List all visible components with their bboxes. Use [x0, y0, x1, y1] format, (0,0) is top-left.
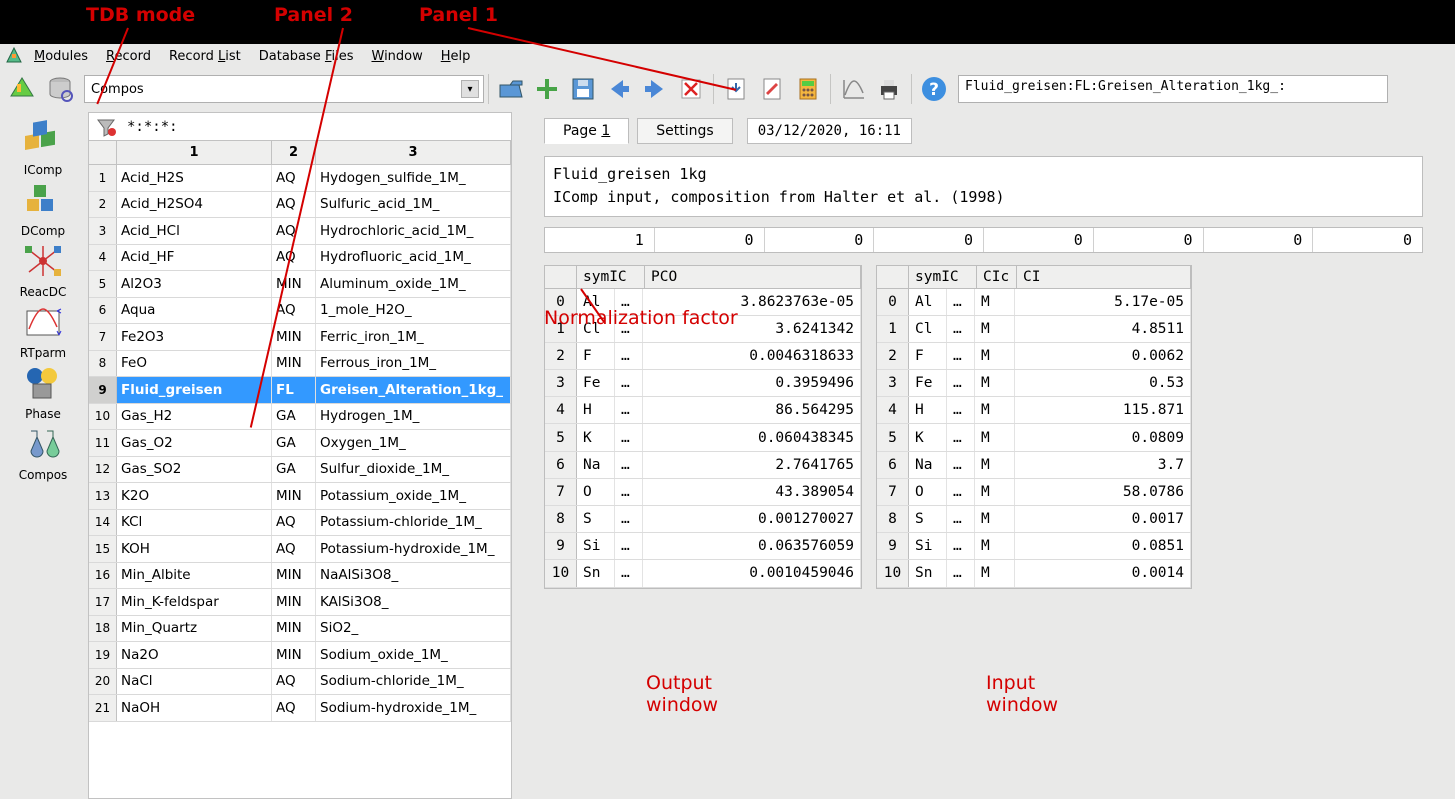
- anno-norm-factor: Normalization factor: [544, 307, 738, 329]
- menubar: Modules Record Record List Database File…: [0, 44, 1455, 68]
- table-row[interactable]: 8 S … 0.001270027: [545, 506, 861, 533]
- module-combo[interactable]: Compos ▾: [84, 75, 484, 103]
- menu-modules[interactable]: Modules: [30, 47, 92, 66]
- list-row[interactable]: 20 NaCl AQ Sodium-chloride_1M_: [89, 669, 511, 696]
- list-row[interactable]: 5 Al2O3 MIN Aluminum_oxide_1M_: [89, 271, 511, 298]
- svg-text:?: ?: [929, 80, 939, 100]
- list-row[interactable]: 14 KCl AQ Potassium-chloride_1M_: [89, 510, 511, 537]
- add-icon[interactable]: [529, 71, 565, 107]
- tdb-mode-icon[interactable]: [4, 71, 40, 107]
- chevron-down-icon[interactable]: ▾: [461, 80, 479, 98]
- table-row[interactable]: 7 O … 43.389054: [545, 479, 861, 506]
- anno-tdb: TDB mode: [86, 4, 195, 26]
- table-row[interactable]: 10 Sn … M 0.0014: [877, 560, 1191, 587]
- desc-line1: Fluid_greisen 1kg: [553, 163, 1414, 186]
- anno-panel1: Panel 1: [419, 4, 498, 26]
- table-row[interactable]: 9 Si … 0.063576059: [545, 533, 861, 560]
- sidebar-reacdc[interactable]: ReacDC: [8, 242, 78, 301]
- annotation-strip: TDB mode Panel 2 Panel 1: [0, 0, 1455, 44]
- table-row[interactable]: 6 Na … 2.7641765: [545, 452, 861, 479]
- app-logo-icon: [4, 46, 24, 64]
- print-icon[interactable]: [871, 71, 907, 107]
- desc-line2: IComp input, composition from Halter et …: [553, 186, 1414, 209]
- menu-dbfiles[interactable]: Database Files: [255, 47, 358, 66]
- tab-page1[interactable]: Page 1: [544, 118, 629, 144]
- list-row[interactable]: 15 KOH AQ Potassium-hydroxide_1M_: [89, 536, 511, 563]
- table-row[interactable]: 3 Fe … M 0.53: [877, 370, 1191, 397]
- table-row[interactable]: 9 Si … M 0.0851: [877, 533, 1191, 560]
- menu-recordlist[interactable]: Record List: [165, 47, 245, 66]
- table-row[interactable]: 0 Al … M 5.17e-05: [877, 289, 1191, 316]
- list-row[interactable]: 7 Fe2O3 MIN Ferric_iron_1M_: [89, 324, 511, 351]
- table-row[interactable]: 5 K … M 0.0809: [877, 424, 1191, 451]
- normalization-row[interactable]: 10000000: [544, 227, 1423, 253]
- list-row[interactable]: 17 Min_K-feldspar MIN KAlSi3O8_: [89, 589, 511, 616]
- table-row[interactable]: 7 O … M 58.0786: [877, 479, 1191, 506]
- menu-window[interactable]: Window: [367, 47, 426, 66]
- list-row[interactable]: 9 Fluid_greisen FL Greisen_Alteration_1k…: [89, 377, 511, 404]
- menu-help[interactable]: Help: [437, 47, 475, 66]
- sidebar-rtparm[interactable]: RTparm: [8, 303, 78, 362]
- col-3[interactable]: 3: [316, 141, 511, 164]
- list-row[interactable]: 10 Gas_H2 GA Hydrogen_1M_: [89, 404, 511, 431]
- out-col-symic: symIC: [577, 266, 645, 288]
- table-row[interactable]: 6 Na … M 3.7: [877, 452, 1191, 479]
- list-row[interactable]: 8 FeO MIN Ferrous_iron_1M_: [89, 351, 511, 378]
- col-2[interactable]: 2: [272, 141, 316, 164]
- table-row[interactable]: 5 K … 0.060438345: [545, 424, 861, 451]
- col-1[interactable]: 1: [117, 141, 272, 164]
- anno-output-window: Output window: [646, 672, 718, 716]
- list-row[interactable]: 4 Acid_HF AQ Hydrofluoric_acid_1M_: [89, 245, 511, 272]
- anno-input-window: Input window: [986, 672, 1058, 716]
- timestamp: 03/12/2020, 16:11: [747, 118, 912, 144]
- list-row[interactable]: 11 Gas_O2 GA Oxygen_1M_: [89, 430, 511, 457]
- in-col-cic: CIc: [977, 266, 1017, 288]
- list-row[interactable]: 21 NaOH AQ Sodium-hydroxide_1M_: [89, 695, 511, 722]
- in-col-symic: symIC: [909, 266, 977, 288]
- table-row[interactable]: 2 F … 0.0046318633: [545, 343, 861, 370]
- list-row[interactable]: 13 K2O MIN Potassium_oxide_1M_: [89, 483, 511, 510]
- table-row[interactable]: 2 F … M 0.0062: [877, 343, 1191, 370]
- edit-icon[interactable]: [754, 71, 790, 107]
- list-row[interactable]: 18 Min_Quartz MIN SiO2_: [89, 616, 511, 643]
- open-icon[interactable]: [493, 71, 529, 107]
- input-table[interactable]: symIC CIc CI 0 Al … M 5.17e-051 Cl … M 4…: [876, 265, 1192, 589]
- table-row[interactable]: 4 H … 86.564295: [545, 397, 861, 424]
- table-row[interactable]: 8 S … M 0.0017: [877, 506, 1191, 533]
- list-row[interactable]: 12 Gas_SO2 GA Sulfur_dioxide_1M_: [89, 457, 511, 484]
- tab-settings[interactable]: Settings: [637, 118, 732, 144]
- list-row[interactable]: 19 Na2O MIN Sodium_oxide_1M_: [89, 642, 511, 669]
- menu-record[interactable]: Record: [102, 47, 155, 66]
- arrow-right-icon[interactable]: [637, 71, 673, 107]
- calculator-icon[interactable]: [790, 71, 826, 107]
- list-row[interactable]: 16 Min_Albite MIN NaAlSi3O8_: [89, 563, 511, 590]
- module-sidebar: IComp DComp ReacDC RTparm Phase Compos: [0, 110, 86, 799]
- sidebar-dcomp[interactable]: DComp: [8, 181, 78, 240]
- list-row[interactable]: 3 Acid_HCl AQ Hydrochloric_acid_1M_: [89, 218, 511, 245]
- help-icon[interactable]: ?: [916, 71, 952, 107]
- list-row[interactable]: 1 Acid_H2S AQ Hydogen_sulfide_1M_: [89, 165, 511, 192]
- table-row[interactable]: 10 Sn … 0.0010459046: [545, 560, 861, 587]
- out-col-pco: PCO: [645, 266, 861, 288]
- plot-icon[interactable]: [835, 71, 871, 107]
- record-path-field[interactable]: Fluid_greisen:FL:Greisen_Alteration_1kg_…: [958, 75, 1388, 103]
- save-icon[interactable]: [565, 71, 601, 107]
- list-header: 1 2 3: [89, 141, 511, 165]
- table-row[interactable]: 4 H … M 115.871: [877, 397, 1191, 424]
- panel1-detail: Page 1 Settings 03/12/2020, 16:11 Fluid_…: [516, 112, 1451, 799]
- anno-panel2: Panel 2: [274, 4, 353, 26]
- sidebar-phase[interactable]: Phase: [8, 364, 78, 423]
- table-row[interactable]: 3 Fe … 0.3959496: [545, 370, 861, 397]
- sidebar-icomp[interactable]: IComp: [8, 120, 78, 179]
- table-row[interactable]: 1 Cl … M 4.8511: [877, 316, 1191, 343]
- description-box[interactable]: Fluid_greisen 1kg IComp input, compositi…: [544, 156, 1423, 217]
- list-row[interactable]: 6 Aqua AQ 1_mole_H2O_: [89, 298, 511, 325]
- in-col-ci: CI: [1017, 266, 1191, 288]
- sidebar-compos[interactable]: Compos: [8, 425, 78, 484]
- arrow-left-icon[interactable]: [601, 71, 637, 107]
- filter-funnel-icon[interactable]: [89, 114, 123, 140]
- database-icon[interactable]: [42, 71, 78, 107]
